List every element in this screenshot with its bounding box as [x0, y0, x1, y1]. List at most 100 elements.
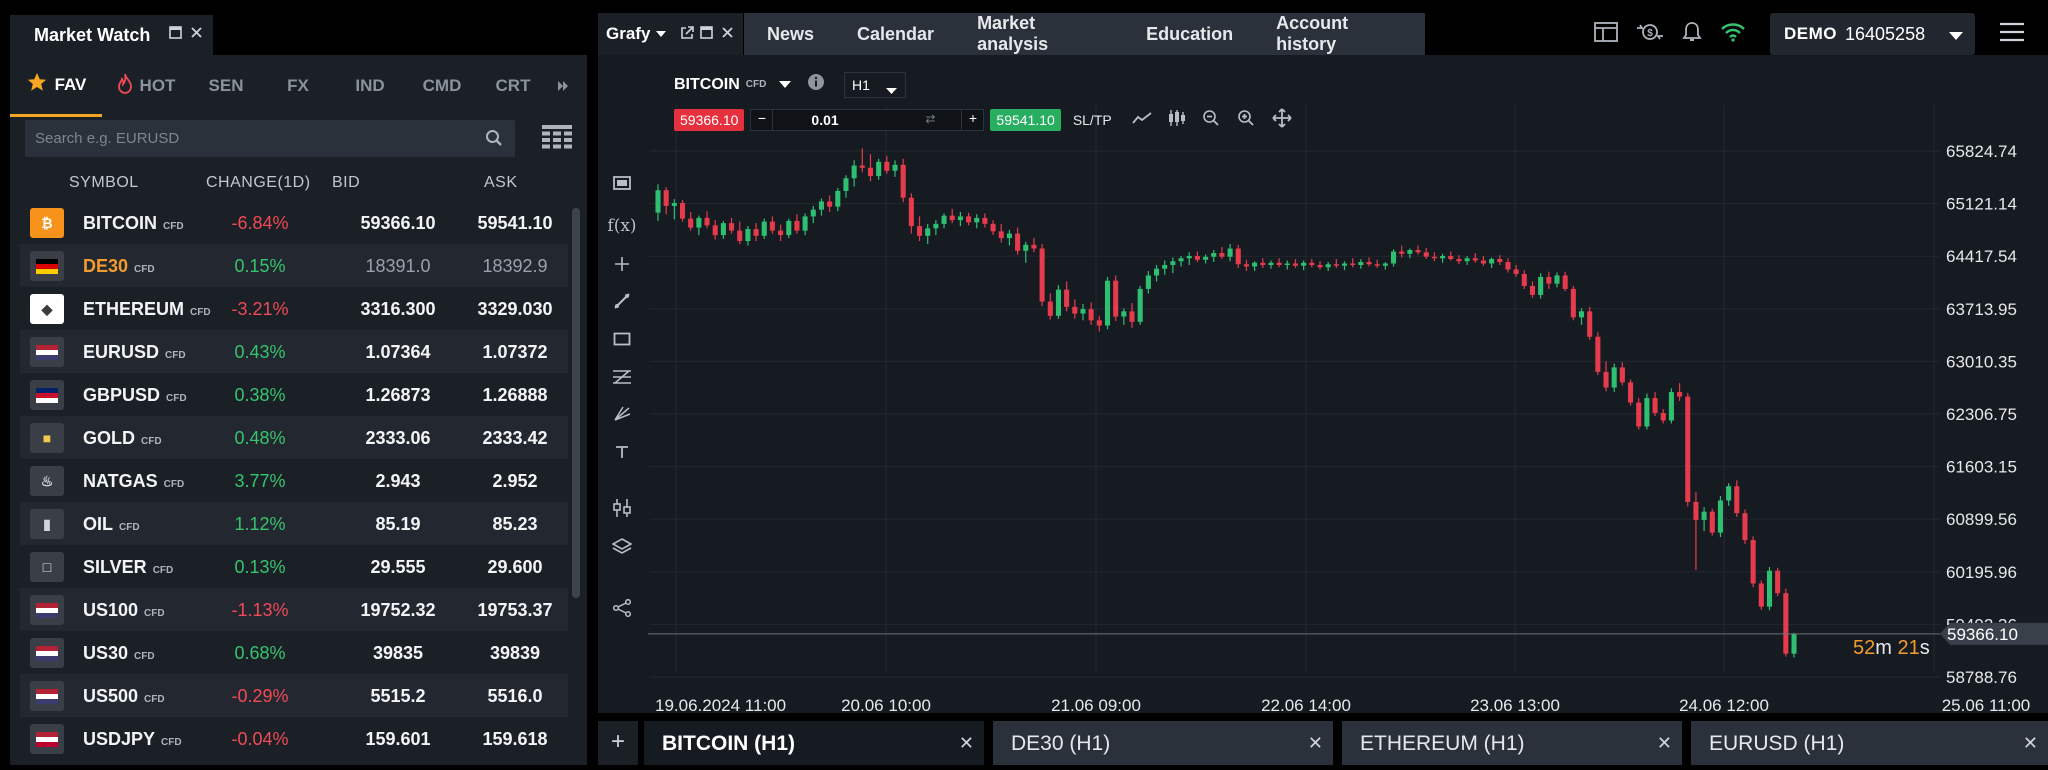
search-input[interactable] — [35, 120, 475, 157]
nav-market-analysis[interactable]: Market analysis — [977, 13, 1103, 55]
lot-decrease-button[interactable]: − — [751, 110, 774, 130]
bid-value[interactable]: 2.943 — [328, 471, 468, 492]
line-chart-icon[interactable] — [1132, 111, 1152, 130]
ask-value[interactable]: 1.26888 — [450, 385, 580, 406]
add-chart-button[interactable]: + — [598, 721, 638, 765]
pitchfork-icon[interactable] — [608, 401, 636, 427]
candlestick-chart[interactable]: 65824.74 65121.14 64417.54 63713.95 63010.35… — [598, 55, 2048, 715]
grid-view-icon[interactable] — [542, 125, 572, 154]
scrollbar[interactable] — [572, 208, 580, 598]
col-ask[interactable]: ASK — [484, 174, 518, 192]
lot-increase-button[interactable]: + — [961, 110, 983, 130]
col-symbol[interactable]: SYMBOL — [69, 174, 139, 192]
maximize-icon[interactable] — [169, 26, 182, 43]
nav-education[interactable]: Education — [1146, 24, 1233, 45]
bid-value[interactable]: 1.26873 — [328, 385, 468, 406]
buy-button[interactable]: 59541.10 — [990, 109, 1061, 131]
maximize-icon[interactable] — [700, 26, 713, 44]
tab-fav[interactable]: FAV — [10, 55, 102, 117]
timeframe-select[interactable]: H1 — [844, 72, 906, 98]
col-change[interactable]: CHANGE(1D) — [206, 174, 311, 192]
close-icon[interactable] — [190, 26, 203, 43]
zoom-in-icon[interactable] — [1237, 109, 1255, 132]
symbol-row[interactable]: US100 CFD -1.13% 19752.32 19753.37 — [20, 588, 568, 631]
symbol-row[interactable]: □ SILVER CFD 0.13% 29.555 29.600 — [20, 545, 568, 588]
bid-value[interactable]: 18391.0 — [328, 256, 468, 277]
close-icon[interactable]: ✕ — [959, 733, 974, 754]
ask-value[interactable]: 18392.9 — [450, 256, 580, 277]
swap-icon[interactable]: ⇄ — [925, 112, 935, 126]
ask-value[interactable]: 1.07372 — [450, 342, 580, 363]
account-selector[interactable]: DEMO 16405258 — [1770, 13, 1975, 55]
chart-window-tab[interactable]: Grafy — [598, 13, 743, 55]
close-icon[interactable]: ✕ — [2023, 733, 2038, 754]
chart-type-icon[interactable] — [608, 170, 636, 196]
sliders-icon[interactable] — [608, 495, 636, 521]
tabs-scroll-right-icon[interactable] — [548, 55, 578, 117]
close-icon[interactable] — [721, 26, 734, 44]
symbol-row[interactable]: DE30 CFD 0.15% 18391.0 18392.9 — [20, 244, 568, 287]
ask-value[interactable]: 19753.37 — [450, 600, 580, 621]
hamburger-menu-icon[interactable] — [1999, 22, 2025, 47]
bid-value[interactable]: 19752.32 — [328, 600, 468, 621]
symbol-row[interactable]: USDJPY CFD -0.04% 159.601 159.618 — [20, 717, 568, 760]
bid-value[interactable]: 3316.300 — [328, 299, 468, 320]
sell-button[interactable]: 59366.10 — [674, 109, 745, 131]
tab-ind[interactable]: IND — [334, 55, 406, 117]
popout-icon[interactable] — [680, 26, 694, 45]
tab-cmd[interactable]: CMD — [406, 55, 478, 117]
lot-stepper[interactable]: − 0.01 ⇄ + — [750, 109, 985, 131]
lot-value[interactable]: 0.01 — [811, 112, 838, 128]
search-icon[interactable] — [485, 129, 503, 152]
share-icon[interactable] — [608, 595, 636, 621]
close-icon[interactable]: ✕ — [1308, 733, 1323, 754]
layout-icon[interactable] — [1594, 21, 1618, 47]
tab-fx[interactable]: FX — [262, 55, 334, 117]
symbol-row[interactable]: ₿ BITCOIN CFD -6.84% 59366.10 59541.10 — [20, 201, 568, 244]
symbol-row[interactable]: ♨ NATGAS CFD 3.77% 2.943 2.952 — [20, 459, 568, 502]
ask-value[interactable]: 39839 — [450, 643, 580, 664]
chart-area[interactable]: 65824.74 65121.14 64417.54 63713.95 63010.35… — [598, 55, 2048, 715]
rectangle-icon[interactable] — [608, 326, 636, 352]
tab-sen[interactable]: SEN — [190, 55, 262, 117]
chart-tab[interactable]: DE30 (H1) ✕ — [993, 721, 1333, 765]
symbol-row[interactable]: GBPUSD CFD 0.38% 1.26873 1.26888 — [20, 373, 568, 416]
close-icon[interactable]: ✕ — [1657, 733, 1672, 754]
symbol-row[interactable]: ◆ ETHEREUM CFD -3.21% 3316.300 3329.030 — [20, 287, 568, 330]
bell-icon[interactable] — [1682, 21, 1702, 48]
bid-value[interactable]: 59366.10 — [328, 213, 468, 234]
bid-value[interactable]: 39835 — [328, 643, 468, 664]
ask-value[interactable]: 3329.030 — [450, 299, 580, 320]
market-watch-tab[interactable]: Market Watch — [10, 15, 213, 55]
layers-icon[interactable] — [608, 534, 636, 560]
bid-value[interactable]: 1.07364 — [328, 342, 468, 363]
sl-tp-button[interactable]: SL/TP — [1073, 112, 1112, 128]
tab-crt[interactable]: CRT — [478, 55, 548, 117]
ask-value[interactable]: 29.600 — [450, 557, 580, 578]
chart-tab[interactable]: BITCOIN (H1) ✕ — [644, 721, 984, 765]
chart-tab[interactable]: EURUSD (H1) ✕ — [1691, 721, 2048, 765]
nav-calendar[interactable]: Calendar — [857, 24, 934, 45]
chart-tab[interactable]: ETHEREUM (H1) ✕ — [1342, 721, 1682, 765]
info-icon[interactable] — [807, 73, 825, 96]
fibonacci-icon[interactable] — [608, 364, 636, 390]
symbol-row[interactable]: ▮ OIL CFD 1.12% 85.19 85.23 — [20, 502, 568, 545]
bid-value[interactable]: 159.601 — [328, 729, 468, 750]
symbol-row[interactable]: US30 CFD 0.68% 39835 39839 — [20, 631, 568, 674]
ask-value[interactable]: 159.618 — [450, 729, 580, 750]
crosshair-icon[interactable] — [608, 251, 636, 277]
col-bid[interactable]: BID — [332, 174, 360, 192]
ask-value[interactable]: 5516.0 — [450, 686, 580, 707]
nav-news[interactable]: News — [767, 24, 814, 45]
nav-account-history[interactable]: Account history — [1276, 13, 1405, 55]
ask-value[interactable]: 2333.42 — [450, 428, 580, 449]
candles-icon[interactable] — [1167, 109, 1187, 132]
chevron-down-icon[interactable] — [779, 76, 792, 94]
ask-value[interactable]: 85.23 — [450, 514, 580, 535]
indicator-icon[interactable]: f(x) — [607, 213, 636, 239]
bid-value[interactable]: 29.555 — [328, 557, 468, 578]
symbol-row[interactable]: US500 CFD -0.29% 5515.2 5516.0 — [20, 674, 568, 717]
tab-hot[interactable]: HOT — [102, 55, 190, 117]
text-tool-icon[interactable] — [608, 439, 636, 465]
ask-value[interactable]: 59541.10 — [450, 213, 580, 234]
